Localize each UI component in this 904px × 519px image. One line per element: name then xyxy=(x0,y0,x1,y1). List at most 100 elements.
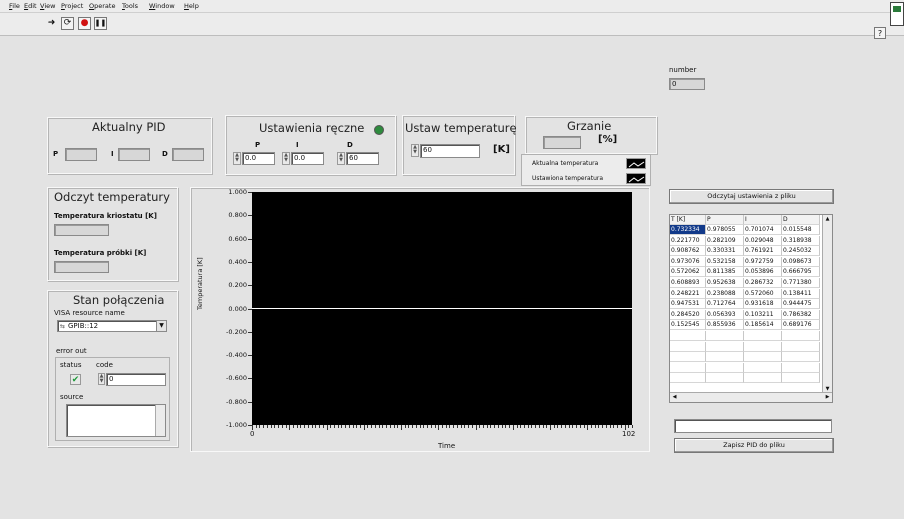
help-icon[interactable]: ? xyxy=(874,27,886,39)
table-cell[interactable]: 0.238088 xyxy=(706,288,744,299)
temperature-input[interactable]: 60 xyxy=(420,144,480,158)
pid-table[interactable]: T [K] P I D 0.732334 0.978055 0.701074 0.015548… xyxy=(669,214,833,403)
table-cell[interactable]: 0.029048 xyxy=(744,235,782,246)
table-cell[interactable]: 0.103211 xyxy=(744,309,782,320)
table-cell[interactable]: 0.908762 xyxy=(670,246,706,257)
menu-window[interactable]: Window xyxy=(149,2,175,10)
table-header-cell[interactable]: T [K] xyxy=(670,215,706,225)
table-cell[interactable]: 0.138411 xyxy=(782,288,820,299)
table-cell[interactable]: 0.282109 xyxy=(706,235,744,246)
table-cell[interactable]: 0.786382 xyxy=(782,309,820,320)
table-cell[interactable]: 0.608893 xyxy=(670,278,706,288)
table-cell[interactable]: 0.053896 xyxy=(744,267,782,278)
table-cell-empty[interactable] xyxy=(670,331,706,341)
table-cell-empty[interactable] xyxy=(744,341,782,352)
table-cell[interactable]: 0.318938 xyxy=(782,235,820,246)
table-cell[interactable]: 0.972759 xyxy=(744,256,782,267)
table-cell[interactable]: 0.689176 xyxy=(782,320,820,331)
table-cell[interactable]: 0.811385 xyxy=(706,267,744,278)
table-vertical-scrollbar[interactable]: ▲ ▼ xyxy=(822,215,832,394)
file-path-input[interactable] xyxy=(674,419,832,433)
table-cell-empty[interactable] xyxy=(670,341,706,352)
table-horizontal-scrollbar[interactable]: ◀ ▶ xyxy=(670,392,832,402)
menu-project[interactable]: Project xyxy=(61,2,83,10)
table-cell[interactable]: 0.732334 xyxy=(670,225,706,235)
scroll-left-icon[interactable]: ◀ xyxy=(671,394,678,401)
table-header-cell[interactable]: P xyxy=(706,215,744,225)
table-cell[interactable]: 0.701074 xyxy=(744,225,782,235)
table-cell-empty[interactable] xyxy=(706,331,744,341)
table-cell-empty[interactable] xyxy=(782,352,820,363)
table-cell[interactable]: 0.221770 xyxy=(670,235,706,246)
menu-file[interactable]: File xyxy=(9,2,20,10)
table-cell-empty[interactable] xyxy=(782,373,820,384)
chevron-down-icon[interactable]: ▼ xyxy=(156,321,166,331)
d-stepper-icon[interactable]: ▲ ▼ xyxy=(337,152,345,165)
table-cell[interactable]: 0.952638 xyxy=(706,278,744,288)
code-stepper-icon[interactable]: ▲ ▼ xyxy=(98,373,105,385)
scroll-up-icon[interactable]: ▲ xyxy=(824,216,831,223)
abort-icon[interactable]: ● xyxy=(78,17,91,30)
table-cell-empty[interactable] xyxy=(670,362,706,373)
table-cell[interactable]: 0.855936 xyxy=(706,320,744,331)
save-pid-button[interactable]: Zapisz PID do pliku xyxy=(674,438,834,453)
table-cell[interactable]: 0.330331 xyxy=(706,246,744,257)
i-stepper-icon[interactable]: ▲ ▼ xyxy=(282,152,290,165)
table-cell[interactable]: 0.015548 xyxy=(782,225,820,235)
code-input[interactable]: 0 xyxy=(106,373,166,386)
table-cell[interactable]: 0.286732 xyxy=(744,278,782,288)
table-header-cell[interactable]: D xyxy=(782,215,820,225)
table-cell[interactable]: 0.973076 xyxy=(670,256,706,267)
table-cell[interactable]: 0.761921 xyxy=(744,246,782,257)
table-cell-empty[interactable] xyxy=(744,331,782,341)
table-cell-empty[interactable] xyxy=(706,341,744,352)
table-cell[interactable]: 0.056393 xyxy=(706,309,744,320)
table-cell-empty[interactable] xyxy=(744,373,782,384)
menu-edit[interactable]: Edit xyxy=(24,2,37,10)
table-cell[interactable]: 0.284520 xyxy=(670,309,706,320)
table-cell-empty[interactable] xyxy=(782,331,820,341)
table-cell[interactable]: 0.532158 xyxy=(706,256,744,267)
table-cell[interactable]: 0.185614 xyxy=(744,320,782,331)
read-settings-button[interactable]: Odczytaj ustawienia z pliku xyxy=(669,189,834,204)
table-cell[interactable]: 0.098673 xyxy=(782,256,820,267)
source-scrollbar[interactable] xyxy=(155,405,165,436)
legend-swatch-set[interactable] xyxy=(626,173,646,184)
table-cell[interactable]: 0.978055 xyxy=(706,225,744,235)
table-cell[interactable]: 0.944475 xyxy=(782,299,820,310)
visa-resource-select[interactable]: GPIB::12 ⇆ ▼ xyxy=(57,320,167,332)
table-cell[interactable]: 0.572060 xyxy=(744,288,782,299)
table-cell[interactable]: 0.771380 xyxy=(782,278,820,288)
temperature-stepper-icon[interactable]: ▲ ▼ xyxy=(411,144,419,157)
legend-swatch-actual[interactable] xyxy=(626,158,646,169)
table-cell[interactable]: 0.572062 xyxy=(670,267,706,278)
chart-plot-area[interactable] xyxy=(252,192,632,425)
p-stepper-icon[interactable]: ▲ ▼ xyxy=(233,152,241,165)
source-textarea[interactable] xyxy=(66,404,166,437)
table-cell[interactable]: 0.248221 xyxy=(670,288,706,299)
i-input[interactable]: 0.0 xyxy=(291,152,324,165)
menu-view[interactable]: View xyxy=(40,2,55,10)
d-input[interactable]: 60 xyxy=(346,152,379,165)
table-cell-empty[interactable] xyxy=(670,373,706,384)
menu-tools[interactable]: Tools xyxy=(122,2,138,10)
table-cell-empty[interactable] xyxy=(744,362,782,373)
scroll-right-icon[interactable]: ▶ xyxy=(824,394,831,401)
menu-help[interactable]: Help xyxy=(184,2,199,10)
pause-icon[interactable]: ❚❚ xyxy=(94,17,107,30)
table-cell[interactable]: 0.245032 xyxy=(782,246,820,257)
p-input[interactable]: 0.0 xyxy=(242,152,275,165)
table-cell-empty[interactable] xyxy=(706,362,744,373)
table-cell-empty[interactable] xyxy=(782,341,820,352)
menu-operate[interactable]: Operate xyxy=(89,2,115,10)
table-cell[interactable]: 0.152545 xyxy=(670,320,706,331)
table-cell-empty[interactable] xyxy=(706,352,744,363)
table-cell-empty[interactable] xyxy=(782,362,820,373)
table-cell[interactable]: 0.666795 xyxy=(782,267,820,278)
table-cell[interactable]: 0.931618 xyxy=(744,299,782,310)
table-cell-empty[interactable] xyxy=(670,352,706,363)
table-cell-empty[interactable] xyxy=(706,373,744,384)
run-arrow-icon[interactable]: ➜ xyxy=(45,17,58,30)
run-continuous-icon[interactable]: ⟳ xyxy=(61,17,74,30)
table-header-cell[interactable]: I xyxy=(744,215,782,225)
